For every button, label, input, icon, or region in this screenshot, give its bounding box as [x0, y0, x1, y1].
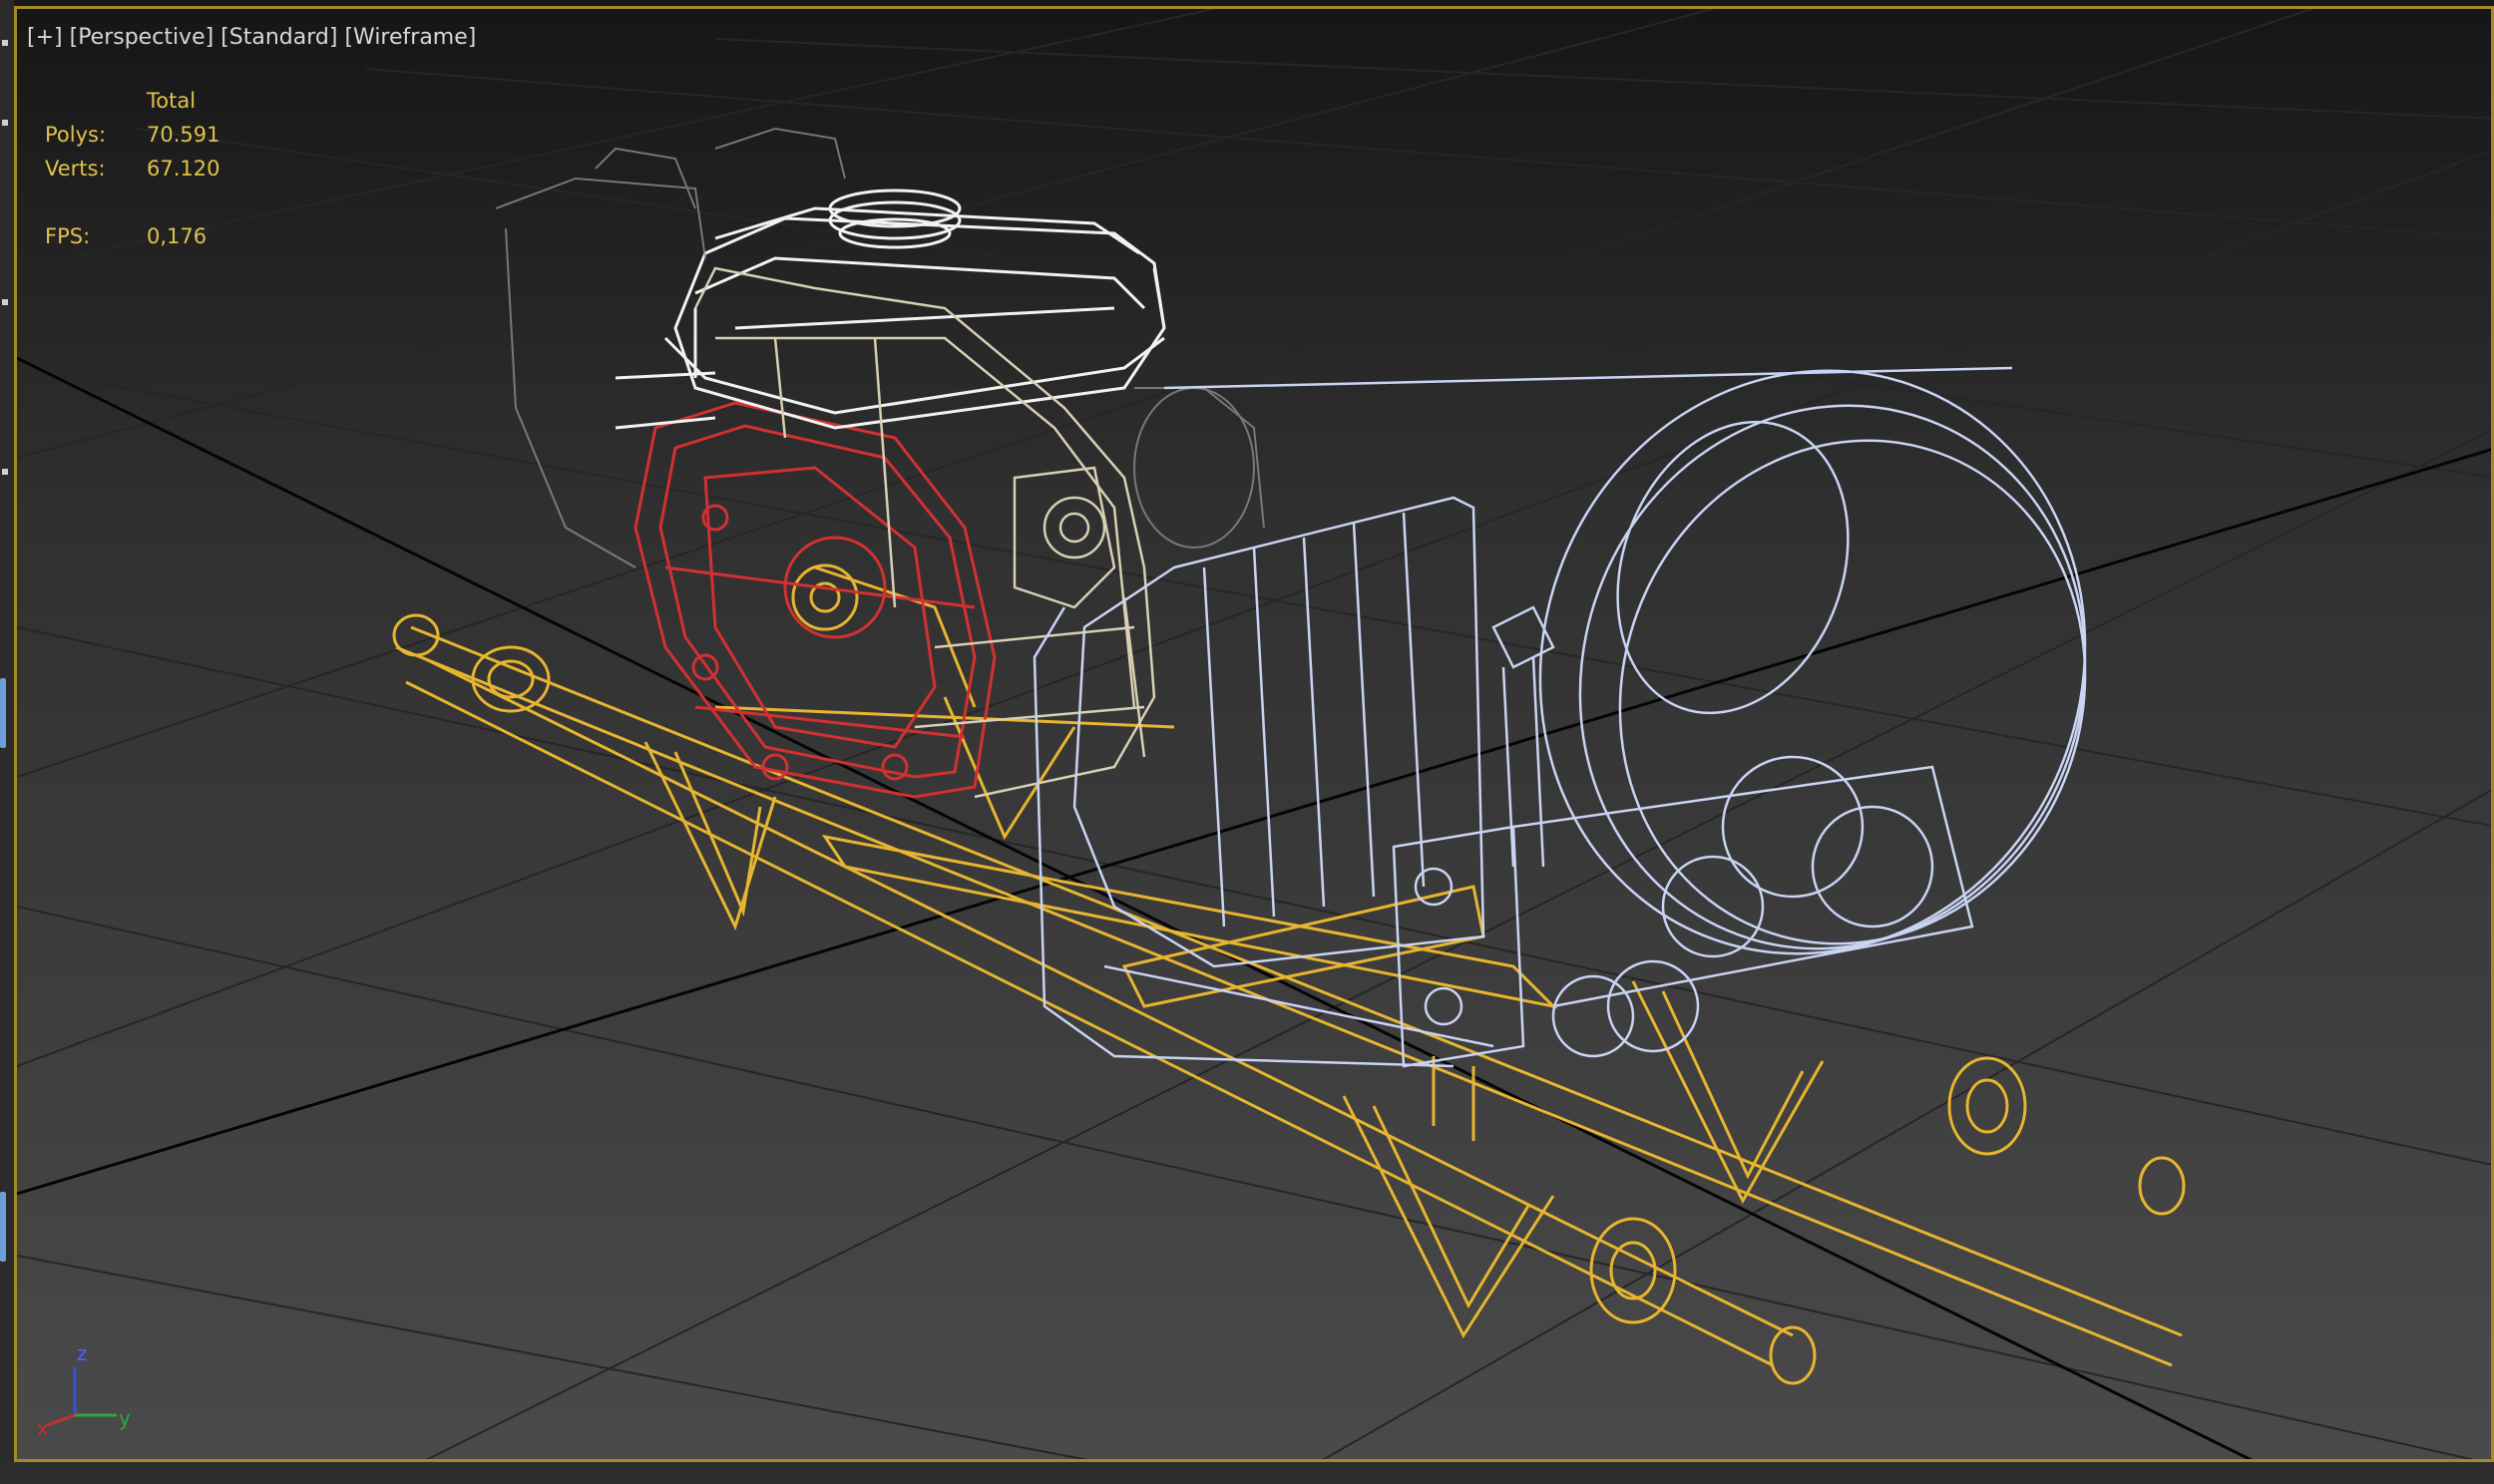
left-toolbar-strip — [0, 0, 14, 1484]
viewport-display-mode-menu[interactable]: [Wireframe] — [344, 25, 476, 50]
frame-wireframe[interactable] — [392, 563, 2186, 1385]
axis-x-label: x — [37, 1416, 49, 1440]
main-axis-lines — [17, 356, 2491, 1459]
left-panel-handle[interactable] — [0, 678, 6, 748]
perspective-viewport[interactable]: z y x [+] [Perspective] [Standard] [Wire… — [14, 6, 2494, 1462]
stats-polys-label: Polys: — [45, 123, 107, 147]
stats-verts-label: Verts: — [45, 157, 106, 181]
toolbar-tick — [2, 40, 8, 46]
gearbox-wireframe[interactable] — [1033, 293, 2167, 1068]
stats-verts-value: 67.120 — [147, 157, 220, 181]
axis-y-label: y — [119, 1406, 131, 1430]
stats-polys-value: 70.591 — [147, 123, 220, 147]
toolbar-tick — [2, 120, 8, 126]
viewport-point-of-view-menu[interactable]: [Perspective] — [70, 25, 214, 50]
left-panel-handle[interactable] — [0, 1192, 6, 1262]
stats-total-header: Total — [147, 89, 197, 113]
viewport-shading-menu[interactable]: [Standard] — [220, 25, 337, 50]
viewport-general-menu[interactable]: [+] — [27, 25, 63, 50]
viewport-label: [+] [Perspective] [Standard] [Wireframe] — [27, 25, 476, 50]
stats-fps-value: 0,176 — [147, 224, 208, 248]
bottom-panel-strip — [0, 1462, 2494, 1484]
toolbar-tick — [2, 299, 8, 305]
ground-grid — [17, 9, 2491, 1459]
axis-z-label: z — [77, 1341, 88, 1365]
axis-gizmo: z y x — [37, 1341, 131, 1440]
stats-fps-label: FPS: — [45, 224, 91, 248]
fuel-tank-wireframe[interactable] — [615, 188, 1166, 430]
toolbar-tick — [2, 469, 8, 475]
viewport-scene[interactable]: z y x — [17, 9, 2494, 1462]
